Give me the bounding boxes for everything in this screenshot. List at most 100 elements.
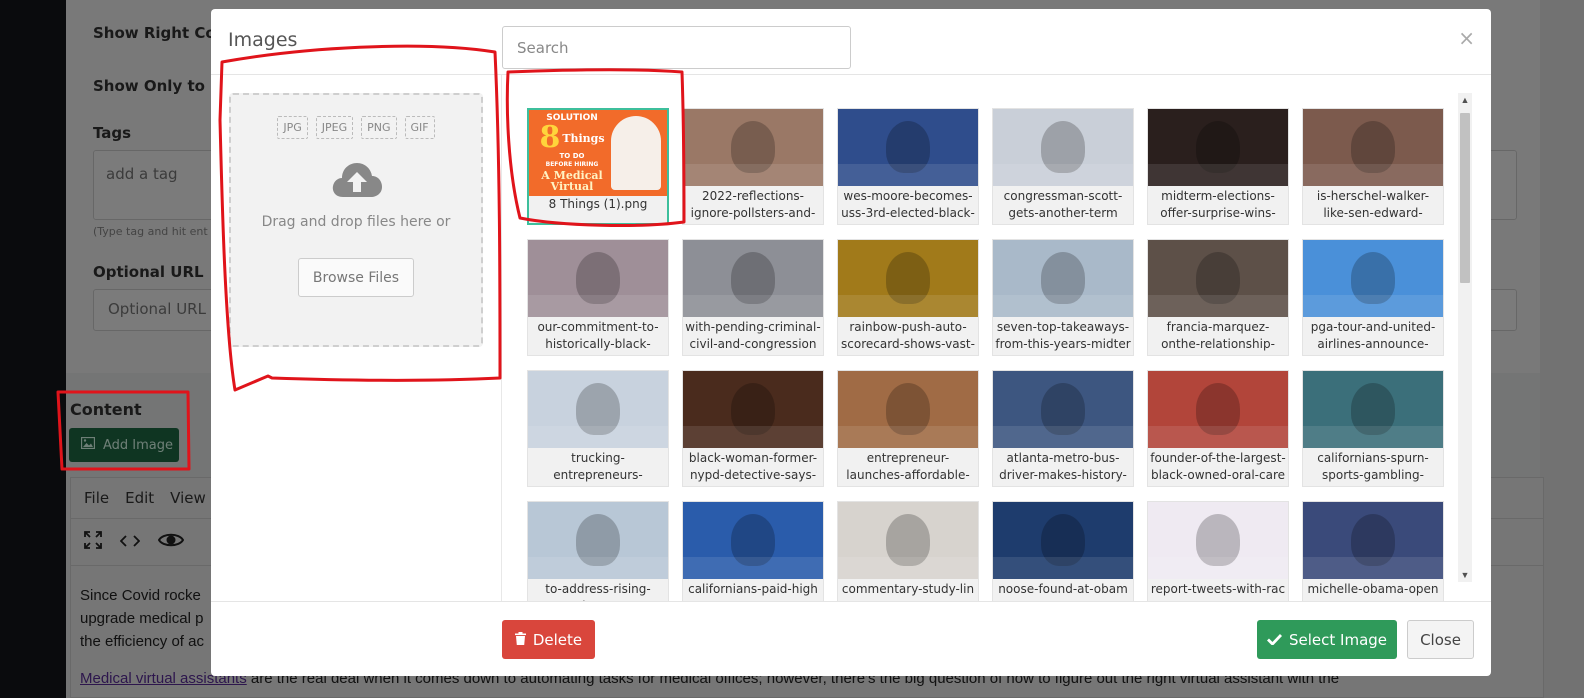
thumbnail-caption: is-herschel-walker-like-sen-edward-brook…: [1316, 189, 1430, 220]
thumbnail-caption: californians-paid-high: [688, 582, 818, 596]
image-thumbnail[interactable]: to-address-rising-hate-: [527, 501, 669, 601]
thumbnail-image: [528, 502, 668, 579]
image-thumbnail[interactable]: noose-found-at-obam: [992, 501, 1134, 601]
image-thumbnail[interactable]: black-woman-former-nypd-detective-says-l…: [682, 370, 824, 487]
image-thumbnail[interactable]: 2022-reflections-ignore-pollsters-and-ch…: [682, 108, 824, 225]
thumbnail-caption: founder-of-the-largest-black-owned-oral-…: [1150, 451, 1286, 482]
thumbnail-image: [683, 502, 823, 579]
modal-title: Images: [228, 29, 298, 51]
thumbnail-image: [1148, 502, 1288, 579]
image-thumbnail[interactable]: seven-top-takeaways-from-this-years-midt…: [992, 239, 1134, 356]
thumbnail-caption: rainbow-push-auto-scorecard-shows-vast-i…: [841, 320, 975, 351]
thumbnail-caption: atlanta-metro-bus-driver-makes-history-c…: [999, 451, 1127, 482]
trash-icon: [514, 631, 526, 649]
thumbnail-image: [1303, 371, 1443, 448]
image-thumbnail[interactable]: wes-moore-becomes-uss-3rd-elected-black-: [837, 108, 979, 225]
close-icon[interactable]: ×: [1458, 26, 1475, 50]
close-label: Close: [1420, 630, 1461, 649]
image-thumbnail[interactable]: atlanta-metro-bus-driver-makes-history-c…: [992, 370, 1134, 487]
thumbnail-image: [993, 109, 1133, 186]
thumbnail-image: [1303, 240, 1443, 317]
thumbnail-caption: wes-moore-becomes-uss-3rd-elected-black-: [841, 189, 975, 220]
browse-files-button[interactable]: Browse Files: [298, 258, 414, 297]
delete-button[interactable]: Delete: [502, 620, 595, 659]
scroll-down-icon[interactable]: ▼: [1458, 570, 1472, 580]
thumbnail-image: [1148, 371, 1288, 448]
thumbnail-image: [1303, 109, 1443, 186]
image-thumbnail[interactable]: michelle-obama-open: [1302, 501, 1444, 601]
thumbnail-caption: noose-found-at-obam: [998, 582, 1128, 596]
image-thumbnail[interactable]: entrepreneur-launches-affordable-jewelry…: [837, 370, 979, 487]
image-thumbnail[interactable]: SOLUTION 8 Things TO DO BEFORE HIRING A Medic…: [527, 108, 669, 225]
image-thumbnail[interactable]: trucking-entrepreneurs-magazine-launches…: [527, 370, 669, 487]
thumbnail-caption: francia-marquez-onthe-relationship-betwe…: [1161, 320, 1275, 351]
image-thumbnail[interactable]: report-tweets-with-rac: [1147, 501, 1289, 601]
thumbnail-image: [1303, 502, 1443, 579]
thumbnail-image: [683, 240, 823, 317]
close-button[interactable]: Close: [1407, 620, 1474, 659]
images-modal: Images × JPG JPEG PNG GIF Drag and drop …: [211, 9, 1491, 676]
thumbnail-image: [838, 502, 978, 579]
promo-line3: BEFORE HIRING: [545, 161, 599, 168]
scroll-up-icon[interactable]: ▲: [1458, 95, 1472, 105]
promo-line1: Things: [562, 131, 605, 145]
thumbnail-image: [993, 502, 1133, 579]
check-icon: [1266, 631, 1283, 649]
thumbnail-caption: 8 Things (1).png: [548, 197, 648, 211]
thumbnail-caption: trucking-entrepreneurs-magazine-launches…: [553, 451, 643, 482]
image-thumbnail[interactable]: commentary-study-lin: [837, 501, 979, 601]
footer-divider: [211, 601, 1491, 602]
thumbnail-image: [528, 371, 668, 448]
search-input[interactable]: [502, 26, 851, 69]
image-thumbnail[interactable]: californians-paid-high: [682, 501, 824, 601]
thumbnail-caption: midterm-elections-offer-surprise-wins-hi…: [1160, 189, 1276, 220]
ext-png: PNG: [361, 116, 397, 139]
dropzone-text: Drag and drop files here or: [261, 214, 451, 230]
thumbnail-caption: our-commitment-to-historically-black-col…: [537, 320, 659, 351]
thumbnail-caption: seven-top-takeaways-from-this-years-midt…: [995, 320, 1131, 351]
thumbnail-caption: pga-tour-and-united-airlines-announce-mu…: [1310, 320, 1436, 351]
image-thumbnail[interactable]: our-commitment-to-historically-black-col…: [527, 239, 669, 356]
image-thumbnail[interactable]: is-herschel-walker-like-sen-edward-brook…: [1302, 108, 1444, 225]
image-thumbnail[interactable]: midterm-elections-offer-surprise-wins-hi…: [1147, 108, 1289, 225]
thumbnail-caption: 2022-reflections-ignore-pollsters-and-ch…: [690, 189, 816, 220]
ext-gif: GIF: [404, 116, 435, 139]
thumbnail-caption: michelle-obama-open: [1307, 582, 1439, 596]
scroll-thumb[interactable]: [1460, 113, 1470, 283]
image-thumbnail[interactable]: with-pending-criminal-civil-and-congress…: [682, 239, 824, 356]
thumbnail-caption: californians-spurn-sports-gambling-initi…: [1317, 451, 1429, 482]
image-thumbnail[interactable]: francia-marquez-onthe-relationship-betwe…: [1147, 239, 1289, 356]
grid-scrollbar[interactable]: ▲ ▼: [1458, 93, 1472, 582]
promo-line5: Virtual: [550, 180, 594, 193]
thumbnail-caption: congressman-scott-gets-another-term: [1003, 189, 1123, 220]
thumbnail-image: [838, 109, 978, 186]
cloud-upload-icon: [332, 163, 382, 197]
thumbnail-image: [838, 240, 978, 317]
image-thumbnail[interactable]: founder-of-the-largest-black-owned-oral-…: [1147, 370, 1289, 487]
thumbnail-image: [838, 371, 978, 448]
promo-number: 8: [539, 120, 561, 155]
image-thumbnail[interactable]: pga-tour-and-united-airlines-announce-mu…: [1302, 239, 1444, 356]
ext-jpg: JPG: [277, 116, 308, 139]
thumbnail-image: [993, 371, 1133, 448]
thumbnail-image: [528, 240, 668, 317]
select-image-label: Select Image: [1288, 630, 1388, 649]
thumbnail-caption: entrepreneur-launches-affordable-jewelry…: [846, 451, 970, 482]
thumbnail-caption: report-tweets-with-rac: [1150, 582, 1286, 596]
thumbnail-image: [993, 240, 1133, 317]
file-type-list: JPG JPEG PNG GIF: [231, 116, 481, 139]
image-thumbnail[interactable]: congressman-scott-gets-another-term: [992, 108, 1134, 225]
thumbnail-image: SOLUTION 8 Things TO DO BEFORE HIRING A Medic…: [529, 110, 667, 196]
delete-label: Delete: [532, 630, 583, 649]
thumbnail-caption: commentary-study-lin: [841, 582, 975, 596]
thumbnail-caption: to-address-rising-hate-: [545, 582, 651, 601]
image-grid: SOLUTION 8 Things TO DO BEFORE HIRING A Medic…: [502, 75, 1460, 601]
thumbnail-image: [1148, 240, 1288, 317]
image-thumbnail[interactable]: rainbow-push-auto-scorecard-shows-vast-i…: [837, 239, 979, 356]
upload-dropzone[interactable]: JPG JPEG PNG GIF Drag and drop files her…: [229, 93, 483, 347]
image-thumbnail[interactable]: californians-spurn-sports-gambling-initi…: [1302, 370, 1444, 487]
thumbnail-image: [1148, 109, 1288, 186]
select-image-button[interactable]: Select Image: [1257, 620, 1397, 659]
thumbnail-caption: black-woman-former-nypd-detective-says-l…: [688, 451, 818, 482]
thumbnail-caption: with-pending-criminal-civil-and-congress…: [685, 320, 821, 351]
